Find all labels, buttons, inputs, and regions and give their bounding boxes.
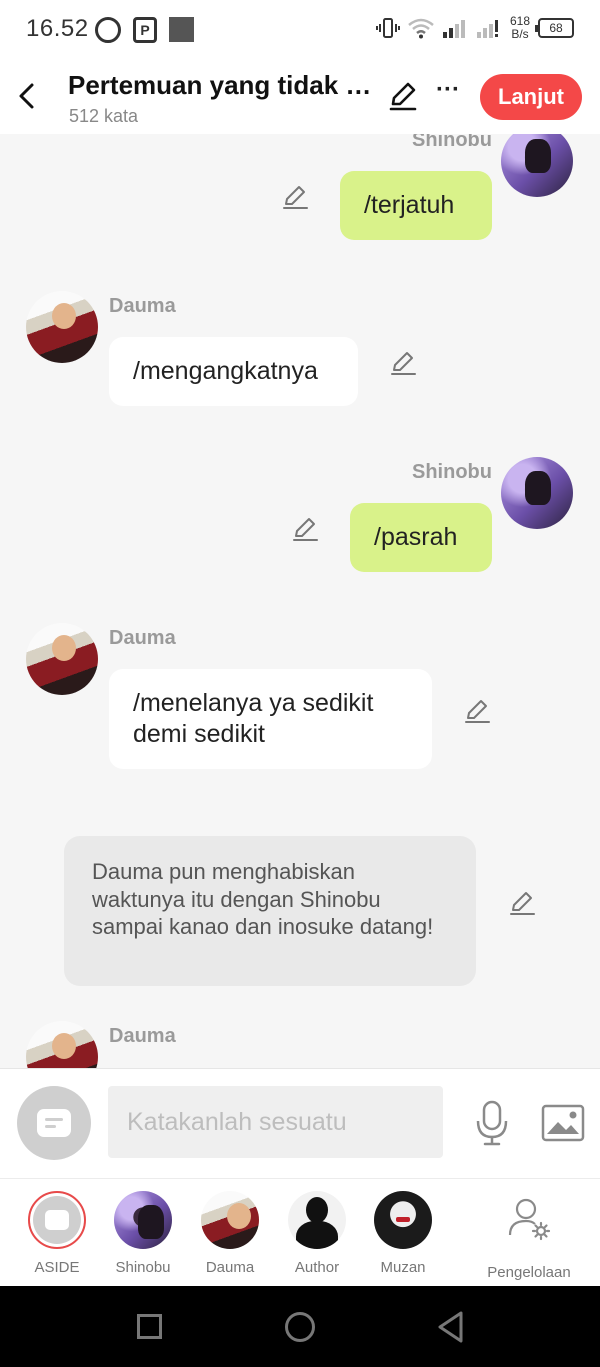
shinobu-avatar[interactable]: [501, 457, 573, 529]
more-options-button[interactable]: ···: [434, 78, 462, 108]
dauma-avatar[interactable]: [26, 1021, 98, 1068]
app-header: Pertemuan yang tidak b... 512 kata ··· L…: [0, 62, 600, 134]
character-aside[interactable]: ASIDE: [12, 1191, 102, 1276]
speaker-name: Shinobu: [412, 461, 492, 483]
character-shinobu[interactable]: Shinobu: [98, 1191, 188, 1276]
message-input[interactable]: [108, 1086, 443, 1158]
character-label: Dauma: [205, 1259, 255, 1276]
speaker-name: Dauma: [109, 295, 176, 317]
narration-bubble[interactable]: Dauma pun menghabiskan waktunya itu deng…: [64, 836, 476, 986]
speaker-name: Dauma: [109, 1025, 176, 1047]
character-label: Pengelolaan: [487, 1264, 571, 1281]
speaker-name: Dauma: [109, 627, 176, 649]
continue-button[interactable]: Lanjut: [480, 74, 582, 120]
aside-toggle-button[interactable]: [17, 1086, 91, 1160]
home-icon[interactable]: [285, 1312, 315, 1342]
edit-message-pencil-icon[interactable]: [389, 349, 417, 377]
author-avatar-icon: [288, 1191, 346, 1249]
dauma-avatar[interactable]: [26, 291, 98, 363]
shinobu-avatar[interactable]: [501, 134, 573, 197]
aside-icon: [28, 1191, 86, 1249]
character-label: Author: [294, 1259, 340, 1276]
status-bar: 16.52 P 618 B/s 68: [0, 0, 600, 62]
message-bubble[interactable]: /mengangkatnya: [109, 337, 358, 406]
network-speed-unit: B/s: [511, 27, 529, 41]
aside-chat-icon: [37, 1109, 71, 1137]
character-author[interactable]: Author: [272, 1191, 362, 1276]
character-label: Shinobu: [115, 1259, 171, 1276]
muzan-avatar: [374, 1191, 432, 1249]
speaker-name: Shinobu: [412, 134, 492, 151]
network-speed: 618 B/s: [510, 15, 530, 41]
parking-app-icon: P: [133, 17, 157, 43]
back-arrow-icon[interactable]: [12, 76, 42, 116]
edit-message-pencil-icon[interactable]: [463, 697, 491, 725]
character-selector-bar: ASIDE Shinobu Dauma Author Muzan Pengelo…: [0, 1178, 600, 1286]
edit-narration-pencil-icon[interactable]: [508, 889, 536, 917]
story-title: Pertemuan yang tidak b...: [68, 70, 378, 100]
message-bubble[interactable]: /terjatuh: [340, 171, 492, 240]
image-icon[interactable]: [541, 1103, 585, 1143]
word-count: 512 kata: [69, 106, 139, 126]
user-settings-icon: [508, 1198, 551, 1241]
character-muzan[interactable]: Muzan: [358, 1191, 448, 1276]
edit-message-pencil-icon[interactable]: [291, 515, 319, 543]
battery-indicator: 68: [535, 18, 574, 38]
system-nav-bar: [0, 1286, 600, 1367]
dauma-avatar: [201, 1191, 259, 1249]
status-time: 16.52: [26, 15, 89, 42]
message-input-bar: [0, 1068, 600, 1178]
signal-icon-1: [442, 20, 465, 38]
message-bubble[interactable]: /pasrah: [350, 503, 492, 572]
chat-area[interactable]: Shinobu /terjatuh Dauma /mengangkatnya S…: [0, 134, 600, 1068]
dauma-avatar[interactable]: [26, 623, 98, 695]
message-bubble[interactable]: /menelanya ya sedikit demi sedikit: [109, 669, 432, 769]
character-dauma[interactable]: Dauma: [185, 1191, 275, 1276]
whatsapp-icon: [95, 17, 121, 43]
wifi-icon: [408, 18, 434, 39]
character-label: ASIDE: [34, 1259, 80, 1276]
microphone-icon[interactable]: [474, 1099, 510, 1147]
edit-message-pencil-icon[interactable]: [281, 183, 309, 211]
recent-apps-icon[interactable]: [137, 1314, 162, 1339]
vibrate-icon: [375, 18, 400, 38]
character-management[interactable]: Pengelolaan: [474, 1191, 584, 1281]
notification-square-icon: [169, 17, 194, 42]
shinobu-avatar: [114, 1191, 172, 1249]
status-right-group: 618 B/s 68: [375, 15, 574, 41]
signal-icon-2: [476, 20, 498, 38]
character-label: Muzan: [380, 1259, 426, 1276]
edit-title-pencil-icon[interactable]: [387, 80, 419, 112]
back-triangle-icon[interactable]: [436, 1310, 466, 1344]
